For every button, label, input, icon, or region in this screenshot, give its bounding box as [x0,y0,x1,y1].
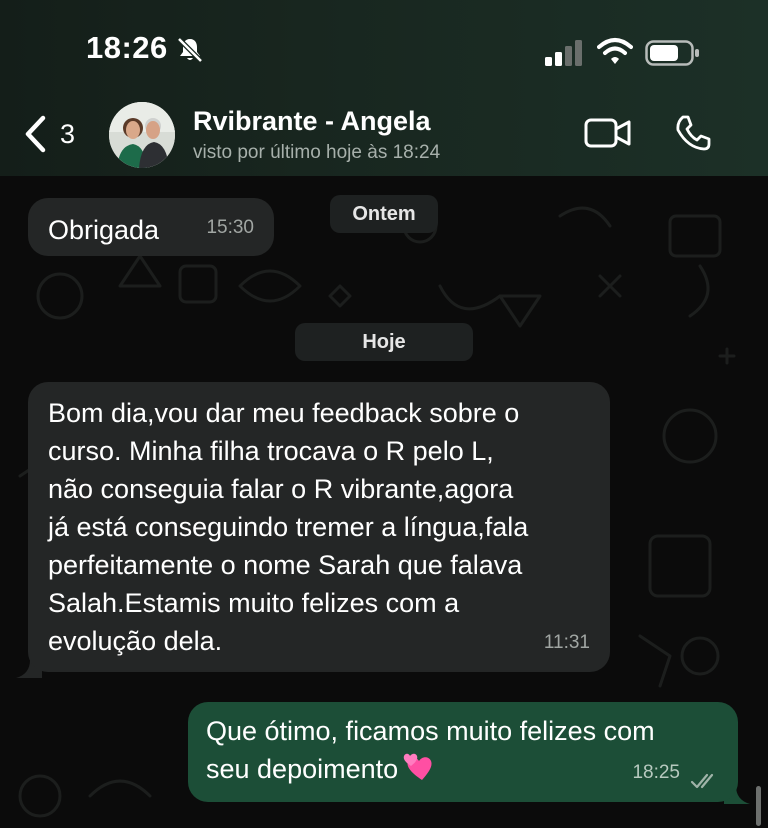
two-hearts-emoji [403,753,432,780]
unread-count: 3 [60,118,76,149]
message-text: Bom dia,vou dar meu feedback sobre o cur… [48,398,529,656]
message-bubble-incoming[interactable]: Bom dia,vou dar meu feedback sobre o cur… [28,382,610,672]
last-seen-status: visto por último hoje às 18:24 [193,142,441,163]
wifi-icon [597,38,633,64]
message-time: 18:25 [632,762,680,783]
status-time: 18:26 [86,30,168,65]
chevron-left-icon [25,115,46,153]
back-button[interactable]: 3 [18,110,88,158]
phone-icon[interactable] [674,114,712,152]
contact-photo [109,102,175,168]
double-check-icon [690,773,714,789]
message-time: 15:30 [206,217,254,238]
video-camera-icon[interactable] [584,114,632,152]
message-time: 11:31 [543,632,590,653]
bell-slash-icon [177,37,203,63]
chat-area[interactable]: Ontem Hoje Obrigada 15:30 Bom dia,vou da… [0,176,768,828]
message-bubble-incoming[interactable]: Obrigada 15:30 [28,198,274,256]
message-bubble-outgoing[interactable]: Que ótimo, ficamos muito felizes com seu… [188,702,738,802]
date-chip-hoje: Hoje [295,323,473,361]
chat-header: 18:26 3 Rvibrante - Angela visto por últ… [0,0,768,176]
message-text: Obrigada [48,215,160,245]
signal-icon [545,40,582,66]
contact-name[interactable]: Rvibrante - Angela [193,106,431,137]
contact-avatar[interactable] [109,102,175,168]
scrollbar[interactable] [756,786,761,826]
date-chip-ontem: Ontem [330,195,438,233]
battery-icon [645,40,699,66]
